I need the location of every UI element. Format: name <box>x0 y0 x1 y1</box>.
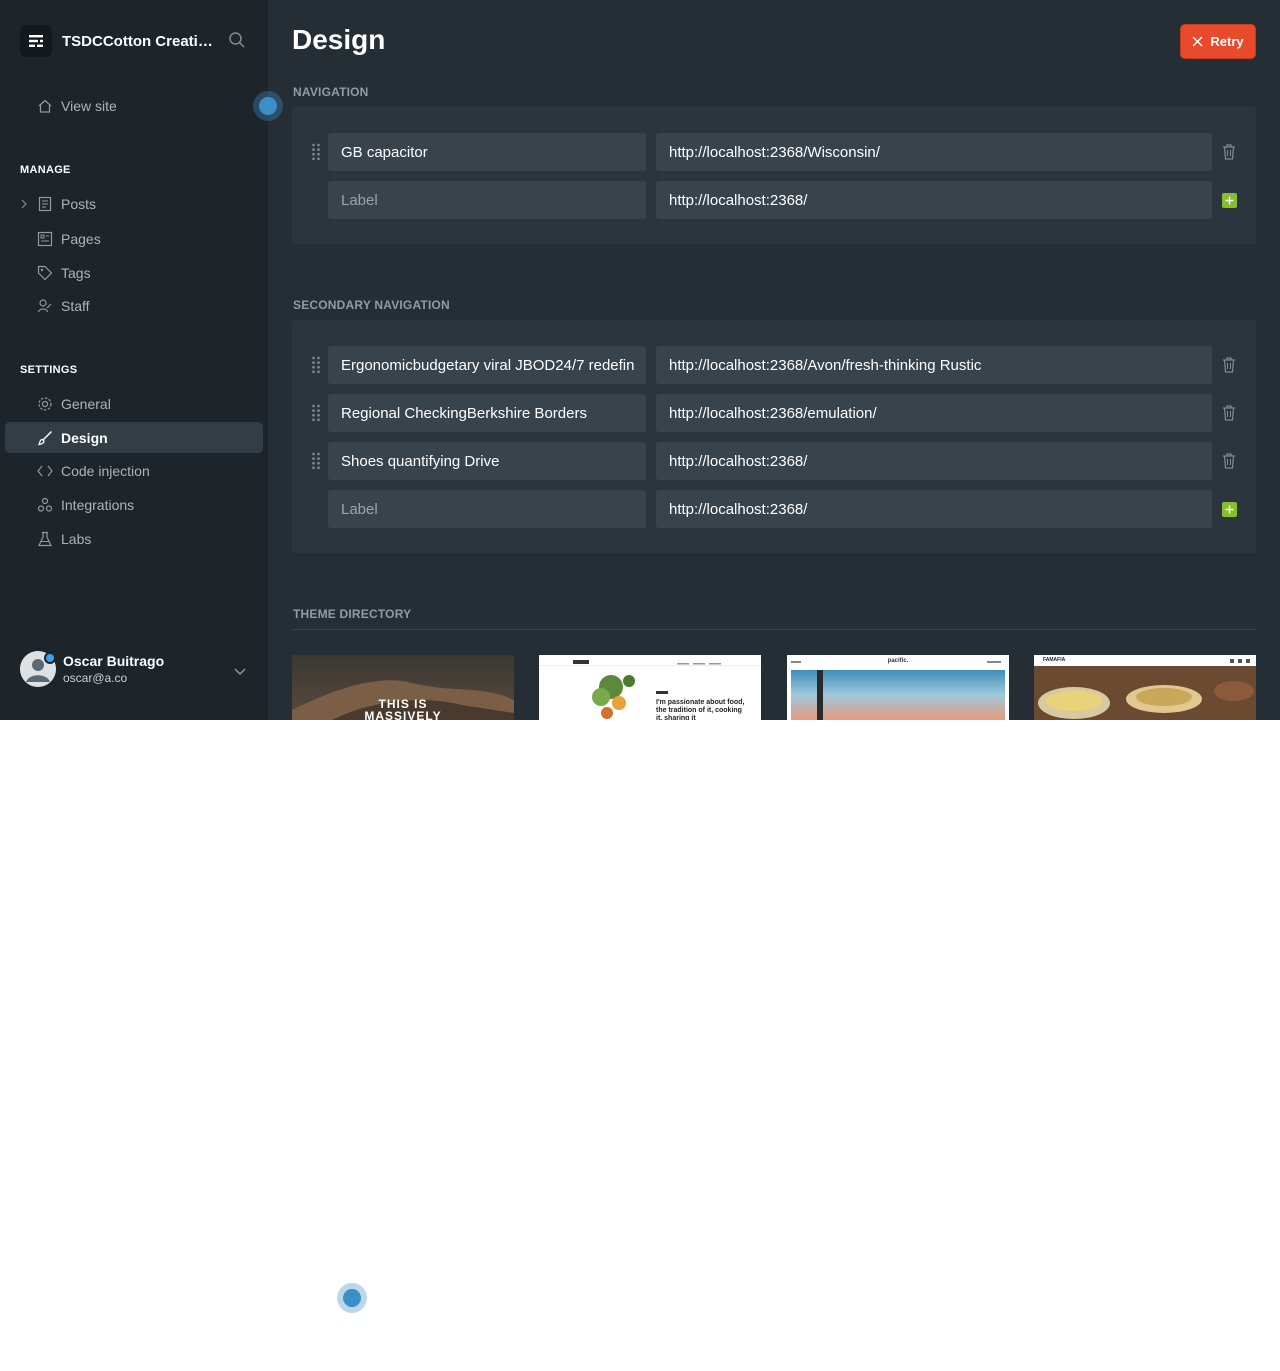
secondary-nav-label-input[interactable]: Regional CheckingBerkshire Borders <box>328 394 646 432</box>
sidebar-item-integrations[interactable]: Integrations <box>36 494 134 516</box>
sidebar-item-posts[interactable]: Posts <box>36 193 96 215</box>
theme-card-famafia[interactable]: FAMAFIA <box>1034 655 1256 720</box>
add-secondary-nav-item-button[interactable] <box>1222 502 1237 517</box>
trash-icon[interactable] <box>1222 405 1236 421</box>
trash-icon[interactable] <box>1222 357 1236 373</box>
staff-icon <box>36 298 53 315</box>
trash-icon[interactable] <box>1222 453 1236 469</box>
plus-icon <box>1225 505 1234 514</box>
sidebar-item-label: Staff <box>61 298 90 314</box>
drag-handle-icon[interactable] <box>311 143 321 161</box>
drag-handle-icon[interactable] <box>311 356 321 374</box>
user-name: Oscar Buitrago <box>63 653 165 669</box>
flask-icon <box>36 531 53 548</box>
divider <box>292 629 1256 630</box>
view-site-label: View site <box>61 98 117 114</box>
add-nav-item-button[interactable] <box>1222 193 1237 208</box>
plus-icon <box>1225 196 1234 205</box>
sidebar-item-label: Pages <box>61 231 101 247</box>
admin-app: TSDCCotton Creative View site MANAGE Pos… <box>0 0 1280 720</box>
code-icon <box>36 463 53 480</box>
secondary-nav-url-input[interactable]: http://localhost:2368/ <box>656 442 1212 480</box>
new-secondary-nav-label-input[interactable]: Label <box>328 490 646 528</box>
navigation-heading: NAVIGATION <box>293 85 369 99</box>
sidebar: TSDCCotton Creative View site MANAGE Pos… <box>0 0 268 720</box>
theme-card-food[interactable]: I'm passionate about food, the tradition… <box>539 655 761 720</box>
theme-preview-text: THIS IS MASSIVELY <box>364 697 442 720</box>
sidebar-item-design[interactable]: Design <box>5 422 263 453</box>
new-secondary-nav-url-input[interactable]: http://localhost:2368/ <box>656 490 1212 528</box>
user-email: oscar@a.co <box>63 671 128 685</box>
theme-logo-text: pacific. <box>887 658 909 664</box>
brand[interactable]: TSDCCotton Creative <box>20 25 214 57</box>
user-menu[interactable]: Oscar Buitrago oscar@a.co <box>20 651 164 687</box>
sidebar-item-label: Integrations <box>61 497 135 513</box>
cursor-indicator <box>337 1283 367 1313</box>
secondary-nav-label-input[interactable]: Ergonomicbudgetary viral JBOD24/7 redefi… <box>328 346 646 384</box>
sidebar-item-general[interactable]: General <box>36 393 111 415</box>
site-logo-icon <box>20 25 52 57</box>
nav-item-url-input[interactable]: http://localhost:2368/Wisconsin/ <box>656 133 1212 171</box>
view-site-link[interactable]: View site <box>36 95 117 117</box>
chevron-down-icon[interactable] <box>233 664 247 675</box>
posts-icon <box>36 196 53 213</box>
page-title: Design <box>292 24 386 55</box>
new-nav-url-input[interactable]: http://localhost:2368/ <box>656 181 1212 219</box>
search-icon[interactable] <box>228 31 248 51</box>
site-title: TSDCCotton Creative <box>62 32 214 50</box>
trash-icon[interactable] <box>1222 144 1236 160</box>
retry-button[interactable]: Retry <box>1180 24 1256 59</box>
sidebar-item-labs[interactable]: Labs <box>36 528 91 550</box>
sidebar-item-label: Design <box>61 429 108 446</box>
drag-handle-icon[interactable] <box>311 452 321 470</box>
integrations-icon <box>36 497 53 514</box>
theme-preview-text: I'm passionate about food, the tradition… <box>656 699 745 720</box>
secondary-nav-url-input[interactable]: http://localhost:2368/emulation/ <box>656 394 1212 432</box>
close-icon <box>1192 36 1203 47</box>
manage-section-label: MANAGE <box>20 164 71 176</box>
sidebar-item-label: Code injection <box>61 463 150 479</box>
theme-card-pacific[interactable]: pacific. <box>787 655 1009 720</box>
tag-icon <box>36 265 53 282</box>
nav-item-label-input[interactable]: GB capacitor <box>328 133 646 171</box>
theme-directory-heading: THEME DIRECTORY <box>293 607 412 621</box>
sidebar-item-label: General <box>61 396 111 412</box>
brush-icon <box>36 429 53 446</box>
sidebar-item-staff[interactable]: Staff <box>36 295 90 317</box>
chevron-right-icon[interactable] <box>20 197 28 209</box>
pages-icon <box>36 231 53 248</box>
retry-label: Retry <box>1210 34 1244 49</box>
sidebar-item-label: Tags <box>61 265 91 281</box>
navigation-panel <box>292 107 1256 244</box>
sidebar-item-tags[interactable]: Tags <box>36 262 91 284</box>
secondary-nav-url-input[interactable]: http://localhost:2368/Avon/fresh-thinkin… <box>656 346 1212 384</box>
sidebar-item-label: Labs <box>61 531 92 547</box>
secondary-nav-label-input[interactable]: Shoes quantifying Drive <box>328 442 646 480</box>
cursor-indicator <box>253 91 283 121</box>
settings-section-label: SETTINGS <box>20 364 78 376</box>
home-icon <box>36 98 53 115</box>
sidebar-item-label: Posts <box>61 196 97 212</box>
theme-card-massively[interactable]: THIS IS MASSIVELY <box>292 655 514 720</box>
secondary-navigation-heading: SECONDARY NAVIGATION <box>293 298 450 312</box>
new-nav-label-input[interactable]: Label <box>328 181 646 219</box>
sidebar-item-code-injection[interactable]: Code injection <box>36 460 150 482</box>
drag-handle-icon[interactable] <box>311 404 321 422</box>
status-badge <box>44 652 56 664</box>
theme-logo-text: FAMAFIA <box>1043 657 1066 663</box>
gear-icon <box>36 396 53 413</box>
sidebar-item-pages[interactable]: Pages <box>36 228 101 250</box>
